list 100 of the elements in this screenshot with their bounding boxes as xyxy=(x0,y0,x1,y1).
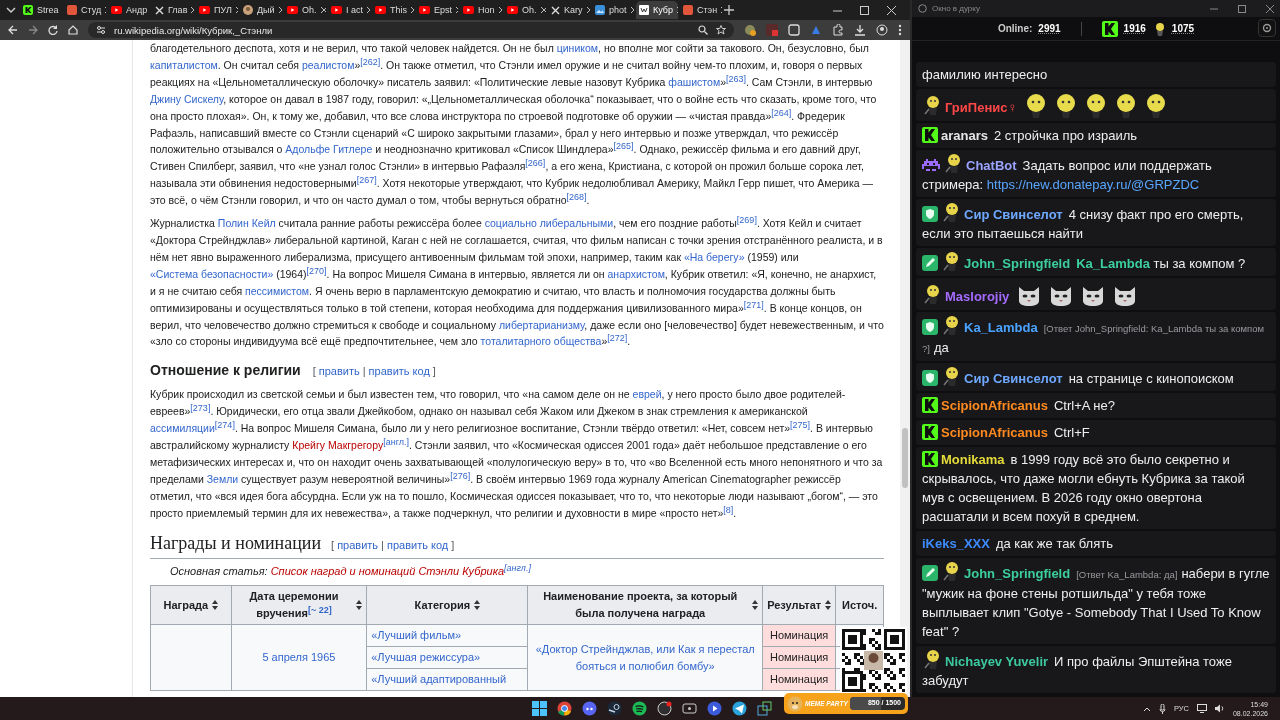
chat-username[interactable]: Сир Свинселот xyxy=(964,207,1063,222)
profile-icon[interactable] xyxy=(876,24,888,36)
edit-link[interactable]: править код xyxy=(386,533,449,558)
chat-username[interactable]: John_Springfield xyxy=(964,566,1071,581)
column-header[interactable]: Источ. xyxy=(835,585,884,625)
chat-username[interactable]: Ka_Lambda xyxy=(964,320,1038,335)
browser-tab[interactable]: Дый xyxy=(240,1,282,19)
footnote-link[interactable]: [270] xyxy=(306,265,327,276)
browser-tab[interactable]: Epst xyxy=(416,1,458,19)
footnote-link[interactable]: [268] xyxy=(566,192,587,203)
address-bar[interactable]: ru.wikipedia.org/wiki/Кубрик,_Стэнли xyxy=(88,22,734,38)
category-link[interactable]: «Лучшая режиссура» xyxy=(371,649,524,667)
footnote-link[interactable]: [266] xyxy=(525,158,546,169)
maximize-icon[interactable] xyxy=(1238,4,1246,13)
edit-link[interactable]: править код xyxy=(368,363,430,381)
extension-icon[interactable] xyxy=(788,24,800,36)
volume-icon[interactable] xyxy=(1214,704,1225,713)
scrollbar-thumb[interactable] xyxy=(902,428,908,488)
category-link[interactable]: «Лучший фильм» xyxy=(371,627,524,645)
chat-username[interactable]: ScipionAfricanus xyxy=(941,398,1048,413)
footnote-link[interactable]: [273] xyxy=(190,403,211,414)
taskbar-app[interactable] xyxy=(555,699,574,718)
browser-tab[interactable]: Oh. xyxy=(284,1,326,19)
text-link[interactable]: «Система безопасности» xyxy=(150,267,274,280)
footnote-link[interactable]: [272] xyxy=(607,333,628,344)
chat-username[interactable]: aranars xyxy=(941,128,988,143)
puzzle-icon[interactable] xyxy=(832,24,844,36)
text-link[interactable]: ассимиляции xyxy=(150,422,215,435)
text-link[interactable]: Адольфе Гитлере xyxy=(285,143,373,156)
browser-tab[interactable]: Кубр xyxy=(636,1,678,19)
edit-link[interactable]: править xyxy=(337,533,379,558)
chat-username[interactable]: Сир Свинселот xyxy=(964,371,1063,386)
date-link[interactable]: 5 апреля 1965 xyxy=(262,651,336,664)
browser-tab[interactable]: Студ xyxy=(64,1,106,19)
chat-username[interactable]: John_Springfield xyxy=(964,256,1071,271)
extension-icon[interactable] xyxy=(744,24,756,36)
microphone-icon[interactable] xyxy=(1158,703,1166,714)
footnote-link[interactable]: [271] xyxy=(743,299,764,310)
category-link[interactable]: «Лучший адаптированный xyxy=(371,671,524,689)
taskbar-app[interactable] xyxy=(630,699,649,718)
text-link[interactable]: капиталистом xyxy=(150,58,218,71)
forward-icon[interactable] xyxy=(28,25,38,35)
start-button[interactable] xyxy=(530,699,549,718)
star-icon[interactable] xyxy=(716,25,726,35)
back-icon[interactable] xyxy=(8,25,18,35)
text-link[interactable]: анархистом xyxy=(607,267,665,280)
footnote-link[interactable]: [~ 22] xyxy=(307,605,332,616)
chat-username[interactable]: Maslorojiy xyxy=(945,289,1010,304)
text-link[interactable]: Полин Кейл xyxy=(217,217,276,230)
reload-icon[interactable] xyxy=(48,25,58,35)
zoom-icon[interactable] xyxy=(698,25,708,35)
menu-icon[interactable] xyxy=(898,24,902,36)
film-link[interactable]: «Доктор Стрейнджлав, или Как я перестал бояться и полюбил бомбу» xyxy=(532,640,758,675)
column-header[interactable]: Наименование проекта, за который была получена награда xyxy=(527,585,763,625)
chat-username[interactable]: ScipionAfricanus xyxy=(941,425,1048,440)
column-header[interactable]: Дата церемонии вручения$^{[~ 22]}$ xyxy=(231,585,367,625)
chat-username[interactable]: Nichayev Yuvelir xyxy=(945,654,1049,669)
text-link[interactable]: фашистом xyxy=(668,75,721,88)
chat-username[interactable]: iKeks_XXX xyxy=(922,536,990,551)
column-header[interactable]: Награда xyxy=(150,585,232,625)
footnote-link[interactable]: [267] xyxy=(356,175,377,186)
chat-username[interactable]: ChatBot xyxy=(966,158,1017,173)
taskbar-app[interactable] xyxy=(705,699,724,718)
chat-username[interactable]: Monikama xyxy=(941,452,1005,467)
footnote-link[interactable]: [англ.] xyxy=(504,563,531,574)
footnote-link[interactable]: [265] xyxy=(613,141,634,152)
browser-tab[interactable]: Kary xyxy=(548,1,590,19)
footnote-link[interactable]: [264] xyxy=(771,107,792,118)
browser-tab[interactable]: Oh. xyxy=(504,1,546,19)
chat-link[interactable]: https://new.donatepay.ru/@GRPZDC xyxy=(986,177,1200,192)
taskbar-app[interactable] xyxy=(605,699,624,718)
footnote-link[interactable]: [269] xyxy=(736,215,757,225)
column-header[interactable]: Результат xyxy=(762,585,836,625)
browser-tab[interactable]: Hon xyxy=(460,1,502,19)
text-link[interactable]: тоталитарного общества xyxy=(480,335,602,348)
footnote-link[interactable]: [262] xyxy=(360,56,381,67)
chevron-up-icon[interactable] xyxy=(1142,705,1151,712)
home-icon[interactable] xyxy=(68,25,78,35)
new-tab-icon[interactable] xyxy=(724,5,734,15)
browser-tab[interactable]: This xyxy=(372,1,414,19)
taskbar-app[interactable] xyxy=(580,699,599,718)
text-link[interactable]: «На берегу» xyxy=(683,250,745,263)
footnote-link[interactable]: [275] xyxy=(790,420,811,430)
display-icon[interactable] xyxy=(1196,704,1207,713)
browser-tab[interactable]: Андр xyxy=(108,1,150,19)
user-mention[interactable]: Ka_Lambda xyxy=(1076,256,1150,271)
footnote-link[interactable]: [англ.] xyxy=(383,436,409,447)
footnote-link[interactable]: [8] xyxy=(723,504,734,515)
chat-username[interactable]: ГриПенис♀ xyxy=(945,100,1018,115)
browser-tab[interactable]: ПУЛ xyxy=(196,1,238,19)
browser-tab[interactable]: I act xyxy=(328,1,370,19)
taskbar-app[interactable] xyxy=(730,699,749,718)
text-link[interactable]: Список наград и номинаций Стэнли Кубрика xyxy=(270,565,505,578)
text-link[interactable]: Земли xyxy=(206,472,239,485)
taskbar-app[interactable] xyxy=(655,699,674,718)
text-link[interactable]: реалистом xyxy=(301,58,355,71)
footnote-link[interactable]: [274] xyxy=(214,420,235,430)
column-header[interactable]: Категория xyxy=(366,585,528,625)
text-link[interactable]: еврей xyxy=(632,388,662,401)
browser-tab[interactable]: Стэн xyxy=(680,1,722,19)
